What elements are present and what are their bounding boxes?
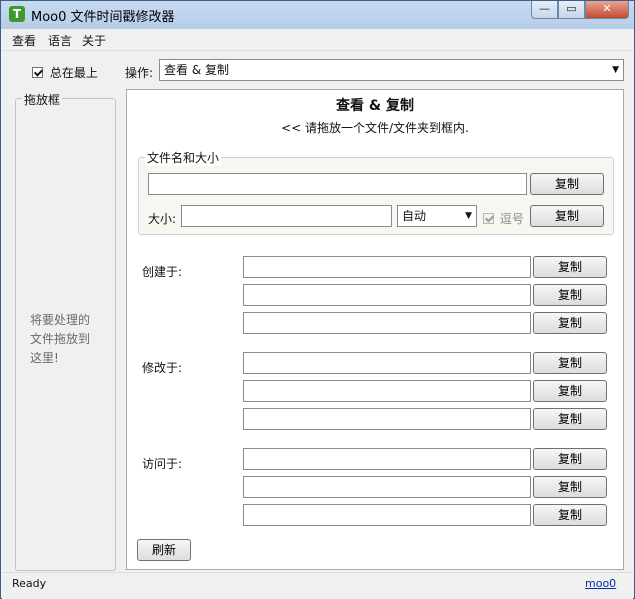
app-window: T Moo0 文件时间戳修改器 — ▭ ✕ 查看 语言 关于 总在最上 操作: … <box>0 0 635 599</box>
status-bar: Ready moo0 <box>2 572 633 599</box>
accessed-field-2[interactable] <box>243 476 531 498</box>
chevron-down-icon: ▼ <box>612 65 619 75</box>
maximize-button[interactable]: ▭ <box>558 1 585 19</box>
copy-created-3-button[interactable]: 复制 <box>533 312 607 334</box>
file-info-legend: 文件名和大小 <box>145 149 222 166</box>
status-text: Ready <box>12 577 47 590</box>
created-field-1[interactable] <box>243 256 531 278</box>
copy-modified-1-button[interactable]: 复制 <box>533 352 607 374</box>
size-label: 大小: <box>148 212 177 226</box>
size-unit-value: 自动 <box>402 209 427 223</box>
drop-zone-line: 将要处理的 <box>30 313 91 327</box>
copy-accessed-3-button[interactable]: 复制 <box>533 504 607 526</box>
created-field-3[interactable] <box>243 312 531 334</box>
accessed-field-3[interactable] <box>243 504 531 526</box>
drop-zone-instructions: 将要处理的 文件拖放到 这里! <box>30 311 90 368</box>
comma-label: 逗号 <box>499 212 524 226</box>
copy-size-button[interactable]: 复制 <box>530 205 604 227</box>
always-on-top-checkbox[interactable] <box>32 67 43 78</box>
moo0-link[interactable]: moo0 <box>585 577 616 590</box>
copy-modified-3-button[interactable]: 复制 <box>533 408 607 430</box>
drop-hint: << 请拖放一个文件/文件夹到框内. <box>281 121 469 135</box>
menu-about[interactable]: 关于 <box>82 32 106 49</box>
always-on-top-option[interactable]: 总在最上 <box>32 64 98 81</box>
comma-option[interactable]: 逗号 <box>483 210 524 227</box>
always-on-top-label: 总在最上 <box>49 66 98 80</box>
created-field-2[interactable] <box>243 284 531 306</box>
close-button[interactable]: ✕ <box>585 1 629 19</box>
comma-checkbox[interactable] <box>483 213 494 224</box>
drop-zone-line: 这里! <box>30 351 59 365</box>
refresh-button[interactable]: 刷新 <box>137 539 191 561</box>
modified-label: 修改于: <box>142 361 183 375</box>
accessed-field-1[interactable] <box>243 448 531 470</box>
size-unit-select[interactable]: 自动 ▼ <box>397 205 477 227</box>
chevron-down-icon: ▼ <box>465 211 472 221</box>
filename-field[interactable] <box>148 173 527 195</box>
modified-field-1[interactable] <box>243 352 531 374</box>
operation-label: 操作: <box>125 66 154 80</box>
copy-created-1-button[interactable]: 复制 <box>533 256 607 278</box>
drop-zone-line: 文件拖放到 <box>30 332 91 346</box>
copy-accessed-2-button[interactable]: 复制 <box>533 476 607 498</box>
minimize-button[interactable]: — <box>531 1 558 19</box>
drop-zone-title: 拖放框 <box>22 91 63 108</box>
menu-bar: 查看 语言 关于 <box>2 29 633 51</box>
menu-view[interactable]: 查看 <box>12 32 36 49</box>
modified-field-2[interactable] <box>243 380 531 402</box>
copy-modified-2-button[interactable]: 复制 <box>533 380 607 402</box>
copy-filename-button[interactable]: 复制 <box>530 173 604 195</box>
app-icon: T <box>9 6 25 22</box>
title-bar[interactable]: T Moo0 文件时间戳修改器 — ▭ ✕ <box>1 1 634 27</box>
copy-created-2-button[interactable]: 复制 <box>533 284 607 306</box>
drop-zone[interactable]: 拖放框 将要处理的 文件拖放到 这里! <box>15 91 116 571</box>
operation-select[interactable]: 查看 & 复制 ▼ <box>159 59 624 81</box>
content-area: 总在最上 操作: 查看 & 复制 ▼ 拖放框 将要处理的 文件拖放到 这里! 查… <box>2 51 633 571</box>
operation-value: 查看 & 复制 <box>164 63 229 77</box>
modified-field-3[interactable] <box>243 408 531 430</box>
main-panel: 查看 & 复制 << 请拖放一个文件/文件夹到框内. 文件名和大小 复制 大小:… <box>126 89 624 570</box>
created-label: 创建于: <box>142 265 183 279</box>
window-title: Moo0 文件时间戳修改器 <box>31 10 175 25</box>
file-info-group: 文件名和大小 复制 大小: 自动 ▼ 逗号 复制 <box>138 149 614 235</box>
copy-accessed-1-button[interactable]: 复制 <box>533 448 607 470</box>
size-field[interactable] <box>181 205 392 227</box>
page-title: 查看 & 复制 <box>336 98 414 114</box>
menu-language[interactable]: 语言 <box>48 32 72 49</box>
accessed-label: 访问于: <box>142 457 183 471</box>
